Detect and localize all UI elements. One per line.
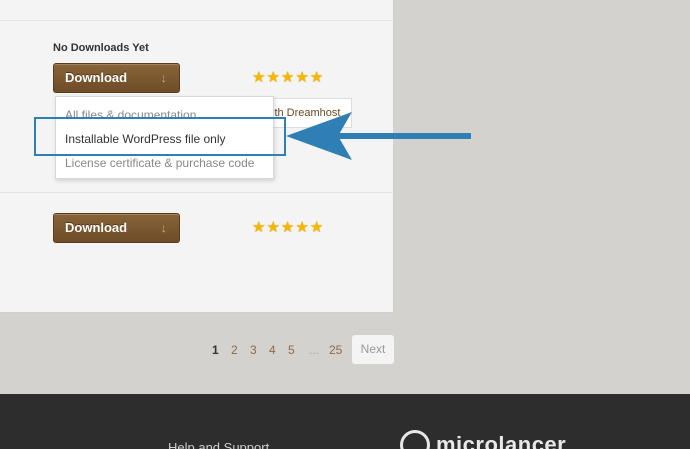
rating-stars: ★ ★ ★ ★ ★ (252, 220, 323, 236)
star-icon: ★ (266, 219, 280, 236)
microlancer-logo[interactable]: microlancer (400, 430, 566, 449)
star-icon: ★ (252, 219, 266, 236)
annotation-arrow-icon (286, 112, 471, 160)
download-button-label: Download (65, 220, 128, 235)
star-icon: ★ (252, 69, 266, 86)
item-divider (0, 20, 394, 21)
page-link-2[interactable]: 2 (231, 343, 238, 357)
logo-mark-icon (400, 430, 430, 449)
page-ellipsis: ... (309, 343, 320, 357)
page-link-3[interactable]: 3 (250, 343, 257, 357)
logo-text: microlancer (436, 432, 567, 449)
page-link-1[interactable]: 1 (212, 343, 219, 357)
star-icon: ★ (309, 219, 324, 236)
download-button-label: Download (65, 70, 128, 85)
star-icon: ★ (309, 69, 324, 86)
page-link-25[interactable]: 25 (329, 343, 342, 357)
page-link-5[interactable]: 5 (288, 343, 295, 357)
rating-stars: ★ ★ ★ ★ ★ (252, 70, 323, 86)
next-page-button[interactable]: Next (352, 335, 394, 364)
annotation-highlight-box (34, 117, 286, 156)
down-arrow-icon: ↓ (160, 70, 168, 85)
download-status-label: No Downloads Yet (53, 42, 149, 54)
page-link-4[interactable]: 4 (269, 343, 276, 357)
download-button[interactable]: Download ↓ (53, 63, 180, 93)
help-and-support-link[interactable]: Help and Support (168, 440, 269, 449)
star-icon: ★ (295, 219, 309, 236)
item-divider (0, 192, 394, 193)
star-icon: ★ (280, 219, 295, 236)
pagination: 1 2 3 4 5 ... 25 Next (0, 335, 400, 365)
dropdown-item-license[interactable]: License certificate & purchase code (65, 156, 254, 170)
down-arrow-icon: ↓ (160, 220, 168, 235)
star-icon: ★ (280, 69, 295, 86)
download-button[interactable]: Download ↓ (53, 213, 180, 243)
site-footer: Help and Support microlancer (0, 394, 690, 449)
star-icon: ★ (266, 69, 280, 86)
star-icon: ★ (295, 69, 309, 86)
